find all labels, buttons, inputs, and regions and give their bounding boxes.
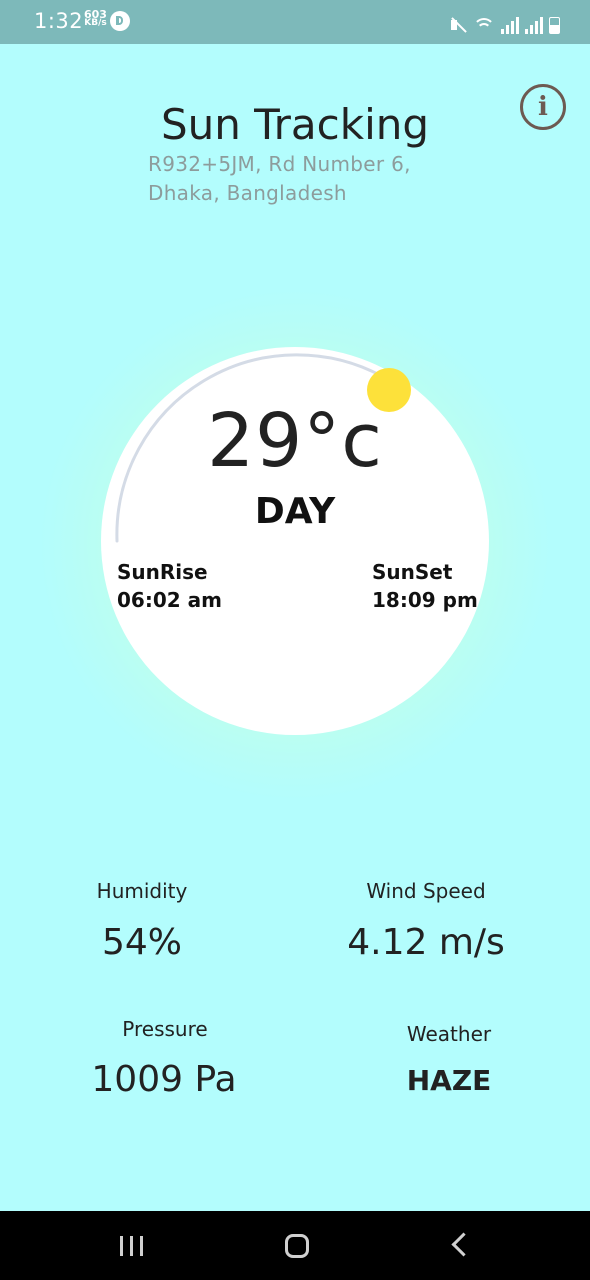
address-line-2: Dhaka, Bangladesh <box>148 181 347 205</box>
app-notification-icon <box>110 11 130 31</box>
humidity-label: Humidity <box>96 879 188 903</box>
pressure-value: 1009 Pa <box>91 1059 237 1100</box>
wind-speed-value: 4.12 m/s <box>347 922 505 963</box>
address-line-1: R932+5JM, Rd Number 6, <box>148 152 411 176</box>
sunset-info: SunSet 18:09 pm <box>372 558 478 614</box>
weather-value: HAZE <box>406 1064 492 1097</box>
pressure-label: Pressure <box>122 1017 208 1041</box>
network-speed: 603 KB/s <box>84 9 107 28</box>
sunrise-label: SunRise <box>117 560 208 584</box>
sunrise-time: 06:02 am <box>117 588 222 612</box>
sunrise-info: SunRise 06:02 am <box>117 558 222 614</box>
location-address: R932+5JM, Rd Number 6, Dhaka, Bangladesh <box>148 150 478 208</box>
sunset-label: SunSet <box>372 560 453 584</box>
signal-icon-2 <box>525 16 543 34</box>
mute-icon <box>449 16 467 34</box>
navigation-bar <box>0 1211 590 1280</box>
humidity-value: 54% <box>101 922 182 963</box>
page-title: Sun Tracking <box>160 100 430 149</box>
battery-icon <box>549 17 560 34</box>
status-time: 1:32 <box>34 9 84 33</box>
home-icon[interactable] <box>285 1234 309 1258</box>
wind-speed-label: Wind Speed <box>366 879 486 903</box>
network-speed-unit: KB/s <box>84 18 107 28</box>
signal-icon <box>501 16 519 34</box>
day-phase: DAY <box>254 491 336 532</box>
back-icon[interactable] <box>451 1232 476 1257</box>
status-icons <box>449 10 560 34</box>
status-bar: 1:32 603 KB/s <box>0 0 590 44</box>
weather-label: Weather <box>406 1022 492 1046</box>
recent-apps-icon[interactable] <box>120 1236 144 1256</box>
wifi-icon <box>473 16 495 34</box>
sunset-time: 18:09 pm <box>372 588 478 612</box>
temperature: 29°c <box>207 398 383 484</box>
